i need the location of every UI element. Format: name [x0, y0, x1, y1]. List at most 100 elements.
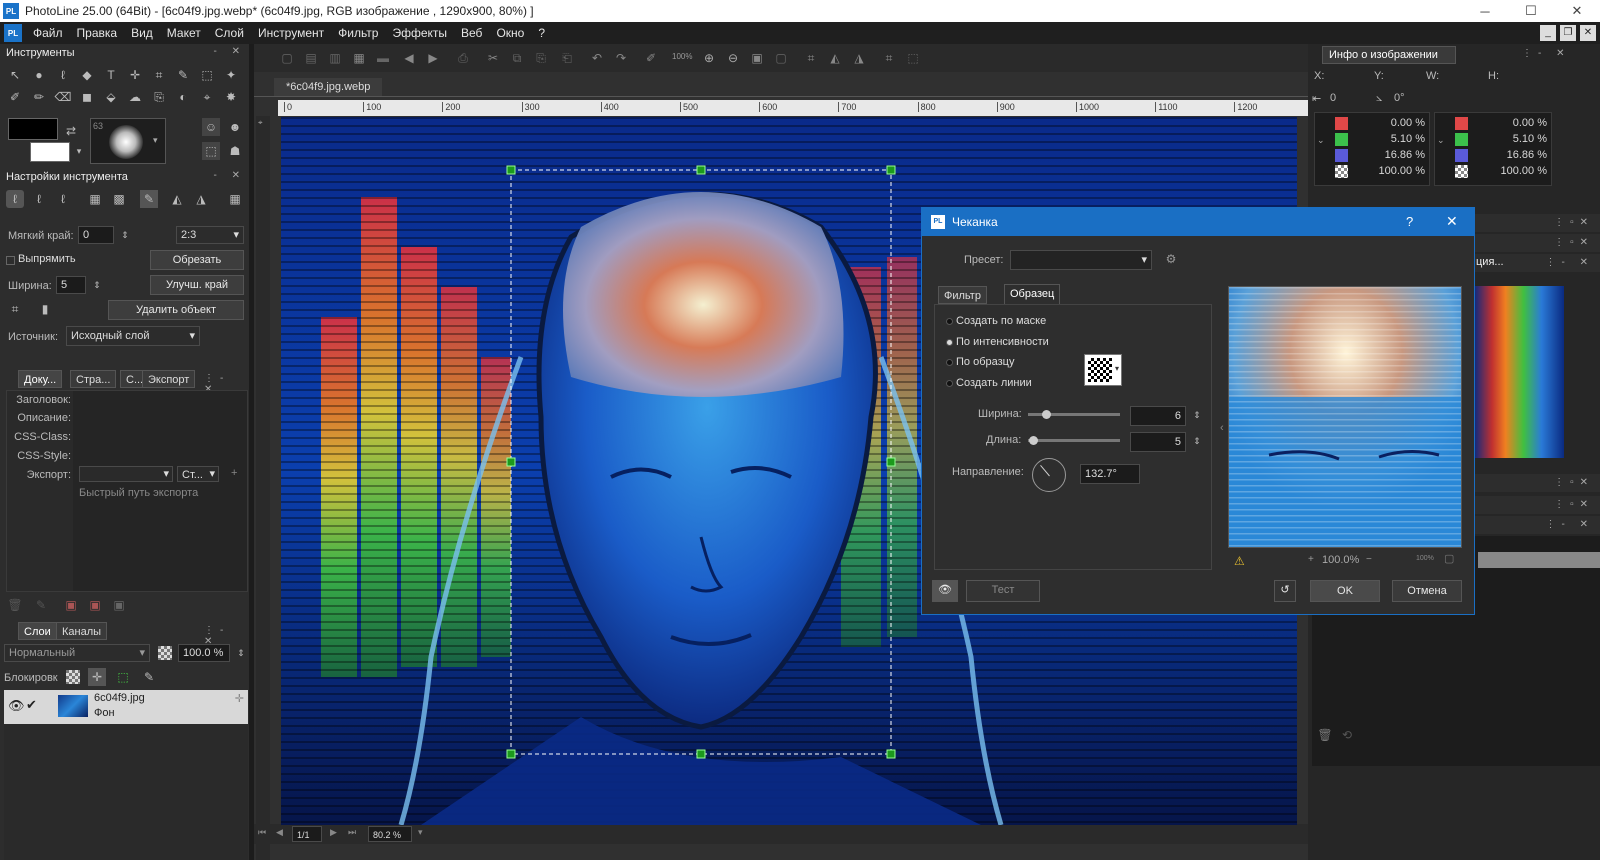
- menu-file[interactable]: Файл: [26, 26, 70, 40]
- option-lines-radio[interactable]: [946, 380, 953, 387]
- fill-icon[interactable]: ◼: [78, 88, 96, 106]
- export-icon[interactable]: ▬: [374, 49, 392, 67]
- prev-page-icon[interactable]: ◀: [276, 827, 283, 838]
- width-input[interactable]: 6: [1130, 406, 1186, 426]
- new-icon[interactable]: ▢: [278, 49, 296, 67]
- export-sub-select[interactable]: Ст... ▾: [177, 466, 219, 482]
- option-intensity-radio[interactable]: [946, 339, 953, 346]
- tab-channels[interactable]: Каналы: [56, 622, 108, 640]
- chevron-down-icon[interactable]: ▾: [153, 135, 158, 146]
- eyedropper-icon[interactable]: ⌖: [198, 88, 216, 106]
- gear-icon[interactable]: ⚙: [1162, 250, 1180, 268]
- dialog-help-button[interactable]: ?: [1406, 214, 1413, 229]
- crop-small-icon[interactable]: ⌗: [6, 300, 24, 318]
- tab-document[interactable]: Доку...: [18, 370, 63, 388]
- grid-tool-icon[interactable]: ▦: [350, 49, 368, 67]
- fill-mode-icon[interactable]: ◭: [168, 190, 186, 208]
- grid-pattern-icon[interactable]: ▩: [110, 190, 128, 208]
- brush-icon[interactable]: ✐: [6, 88, 24, 106]
- pen-mode-icon[interactable]: ✎: [140, 190, 158, 208]
- shape-icon[interactable]: ◆: [78, 66, 96, 84]
- tab-export[interactable]: Экспорт: [142, 370, 196, 388]
- cat-mask-icon[interactable]: ☺: [202, 118, 220, 136]
- pencil-icon[interactable]: ✏: [30, 88, 48, 106]
- fit-icon[interactable]: ▣: [748, 49, 766, 67]
- opacity-input[interactable]: 100.0 %: [178, 644, 230, 662]
- menu-edit[interactable]: Правка: [70, 26, 125, 40]
- lasso-mode-icon[interactable]: ℓ: [6, 190, 24, 208]
- smudge-icon[interactable]: ☁: [126, 88, 144, 106]
- tab-sample[interactable]: Образец: [1004, 284, 1061, 304]
- zoom-out-icon[interactable]: −: [1366, 554, 1372, 565]
- lock-move-icon[interactable]: ✛: [88, 668, 106, 686]
- panel-controls[interactable]: - ✕: [214, 46, 247, 57]
- navigator-thumbnail[interactable]: [1474, 286, 1564, 458]
- gradient-icon[interactable]: ▮: [36, 300, 54, 318]
- lock-transparency-icon[interactable]: [66, 670, 80, 684]
- transform-icon[interactable]: ⌗: [802, 49, 820, 67]
- panel-controls[interactable]: ⋮▫✕: [1554, 477, 1594, 488]
- ellipse-icon[interactable]: ●: [30, 66, 48, 84]
- lasso-icon[interactable]: ℓ: [54, 66, 72, 84]
- option-mask-radio[interactable]: [946, 318, 953, 325]
- direction-input[interactable]: 132.7°: [1080, 464, 1140, 484]
- print-icon[interactable]: ⎙: [454, 49, 472, 67]
- panel-controls[interactable]: ⋮- ✕: [1546, 257, 1595, 268]
- collapse-arrow-icon[interactable]: ‹: [1220, 422, 1224, 434]
- straighten-checkbox[interactable]: [6, 256, 15, 265]
- save-icon[interactable]: ▥: [326, 49, 344, 67]
- stepper-icon[interactable]: ⇕: [232, 644, 250, 662]
- paste-icon[interactable]: ⎘: [532, 49, 550, 67]
- cut-icon[interactable]: ✂: [484, 49, 502, 67]
- menu-effects[interactable]: Эффекты: [385, 26, 454, 40]
- select-arrow-icon[interactable]: ↖: [6, 66, 24, 84]
- pipette-icon[interactable]: ✐: [642, 49, 660, 67]
- doc-close-button[interactable]: ✕: [1580, 25, 1596, 41]
- stepper-icon[interactable]: ⇕: [116, 226, 134, 244]
- menu-tool[interactable]: Инструмент: [251, 26, 331, 40]
- panel-controls[interactable]: ⋮▫✕: [1554, 237, 1594, 248]
- back-icon[interactable]: ◀: [400, 49, 418, 67]
- maximize-button[interactable]: ☐: [1508, 0, 1554, 22]
- length-slider[interactable]: [1028, 439, 1120, 442]
- panel-controls[interactable]: ⋮- ✕: [1522, 48, 1571, 59]
- menu-web[interactable]: Веб: [454, 26, 489, 40]
- ratio-select[interactable]: 2:3 ▾: [176, 226, 244, 244]
- width-input[interactable]: 5: [56, 276, 86, 294]
- close-button[interactable]: ✕: [1554, 0, 1600, 22]
- app-menu-icon[interactable]: PL: [4, 24, 22, 42]
- preview-toggle-button[interactable]: 👁: [932, 580, 958, 602]
- improve-edge-button[interactable]: Улучш. край: [150, 275, 244, 295]
- stepper-icon[interactable]: ⇕: [88, 276, 106, 294]
- pattern-picker[interactable]: ▾: [1084, 354, 1122, 386]
- navigator-tab-label[interactable]: ция...: [1476, 256, 1504, 268]
- length-input[interactable]: 5: [1130, 432, 1186, 452]
- visibility-eye-icon[interactable]: 👁: [8, 698, 25, 714]
- menu-layer[interactable]: Слой: [208, 26, 251, 40]
- option-sample-radio[interactable]: [946, 359, 953, 366]
- cancel-button[interactable]: Отмена: [1392, 580, 1462, 602]
- grid-icon[interactable]: ▦: [226, 190, 244, 208]
- lock-paint-icon[interactable]: ✎: [140, 668, 158, 686]
- dialog-close-button[interactable]: ✕: [1446, 213, 1458, 230]
- export-doc3-icon[interactable]: ▣: [110, 596, 128, 614]
- dodge-icon[interactable]: ◐: [174, 88, 192, 106]
- zoom-in-icon[interactable]: ⊕: [700, 49, 718, 67]
- zoom-input[interactable]: 80.2 %: [368, 826, 412, 842]
- swap-colors-icon[interactable]: ⇄: [62, 122, 80, 140]
- pattern-icon[interactable]: ▦: [86, 190, 104, 208]
- levels-icon[interactable]: ◮: [850, 49, 868, 67]
- foreground-color-swatch[interactable]: [8, 118, 58, 140]
- minimize-button[interactable]: ─: [1462, 0, 1508, 22]
- preset-select[interactable]: ▾: [1010, 250, 1152, 270]
- panel-controls[interactable]: ⋮▫✕: [1554, 217, 1594, 228]
- chevron-down-icon[interactable]: ▾: [418, 827, 423, 838]
- panel-controls[interactable]: ⋮- ✕: [1546, 519, 1595, 530]
- info-panel-tab[interactable]: Инфо о изображении: [1322, 46, 1456, 64]
- stepper-icon[interactable]: ⇕: [1188, 406, 1206, 424]
- trash-icon[interactable]: 🗑: [6, 596, 24, 614]
- first-page-icon[interactable]: ⏮: [258, 827, 266, 838]
- doc-minimize-button[interactable]: _: [1540, 25, 1556, 41]
- copy-icon[interactable]: ⧉: [508, 49, 526, 67]
- resize-icon[interactable]: ⌗: [880, 49, 898, 67]
